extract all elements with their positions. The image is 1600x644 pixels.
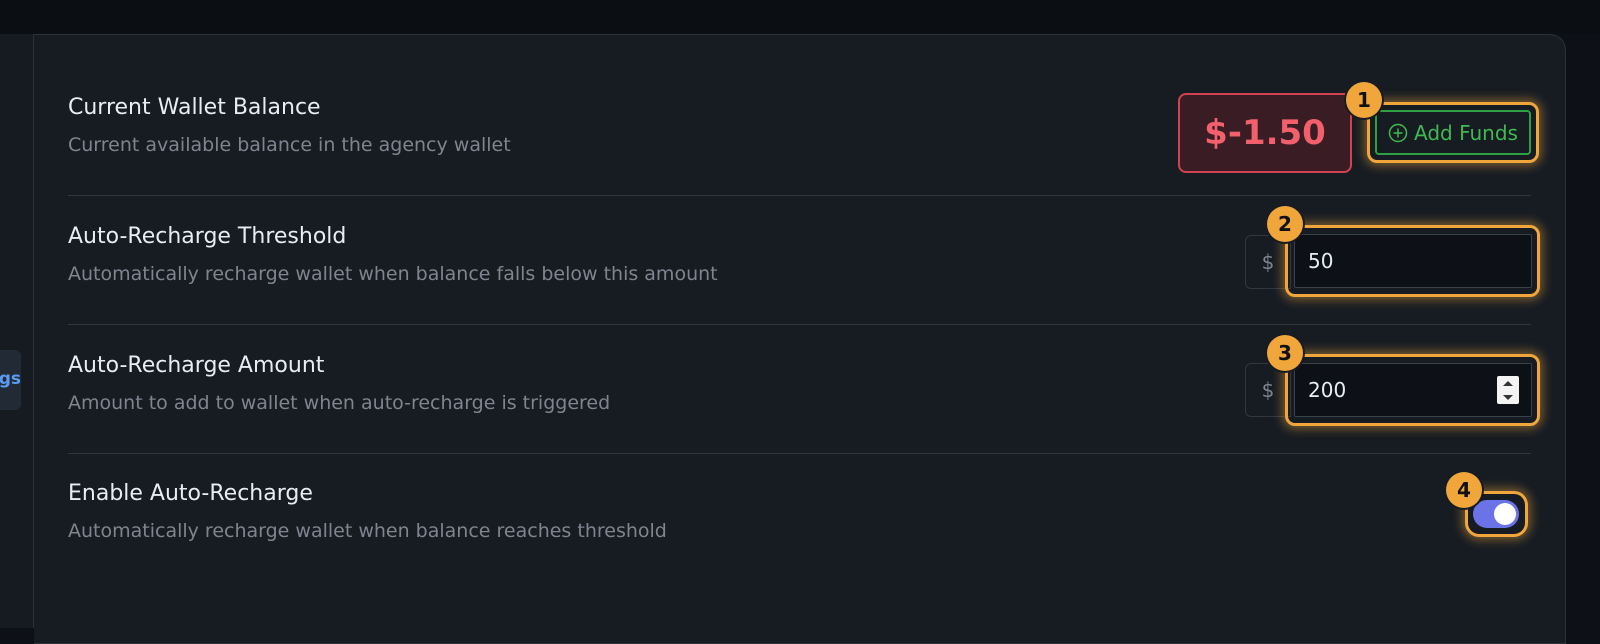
- add-funds-button[interactable]: Add Funds: [1375, 110, 1531, 155]
- add-funds-label: Add Funds: [1414, 120, 1518, 145]
- marker-badge-2: 2: [1267, 206, 1303, 242]
- plus-circle-icon: [1388, 123, 1408, 143]
- marker-badge-1: 1: [1346, 82, 1382, 118]
- amount-input-value: 200: [1308, 378, 1347, 402]
- wallet-balance-display: $-1.50: [1178, 93, 1352, 173]
- amount-input[interactable]: 200: [1294, 363, 1532, 417]
- left-sidebar: [0, 34, 34, 628]
- marker-badge-4: 4: [1446, 472, 1482, 508]
- row-description: Current available balance in the agency …: [68, 134, 511, 156]
- row-title: Auto-Recharge Amount: [68, 353, 325, 378]
- spin-up-icon[interactable]: [1503, 380, 1513, 386]
- sidebar-tab-label: ngs: [0, 369, 21, 389]
- threshold-input[interactable]: 50: [1294, 234, 1532, 288]
- enable-auto-recharge-row: Enable Auto-Recharge Automatically recha…: [68, 454, 1531, 582]
- row-description: Automatically recharge wallet when balan…: [68, 520, 667, 542]
- wallet-balance-value: $-1.50: [1204, 113, 1326, 153]
- row-title: Auto-Recharge Threshold: [68, 224, 347, 249]
- row-description: Amount to add to wallet when auto-rechar…: [68, 392, 611, 414]
- row-title: Current Wallet Balance: [68, 95, 321, 120]
- sidebar-tab-settings[interactable]: ngs: [0, 350, 21, 410]
- row-title: Enable Auto-Recharge: [68, 481, 313, 506]
- spin-down-icon[interactable]: [1503, 394, 1513, 400]
- row-description: Automatically recharge wallet when balan…: [68, 263, 718, 285]
- marker-badge-3: 3: [1267, 335, 1303, 371]
- number-spinner[interactable]: [1497, 376, 1519, 404]
- toggle-knob: [1494, 503, 1516, 525]
- top-bar: [0, 0, 1600, 34]
- auto-recharge-toggle[interactable]: [1473, 500, 1519, 528]
